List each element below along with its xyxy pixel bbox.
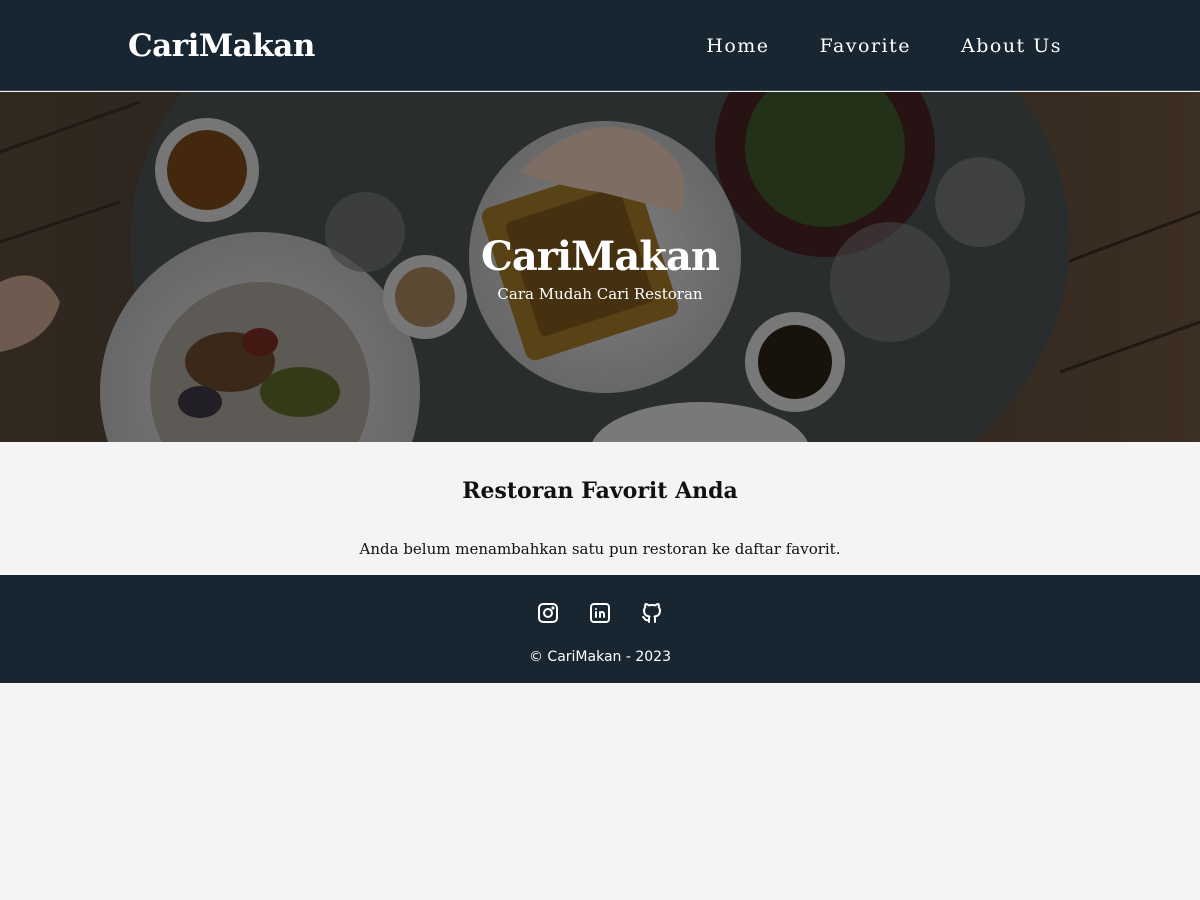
github-icon <box>642 603 661 623</box>
instagram-icon <box>538 603 558 623</box>
nav-link-home[interactable]: Home <box>706 31 769 61</box>
nav-link-about-us[interactable]: About Us <box>961 31 1062 61</box>
hero-banner: CariMakan Cara Mudah Cari Restoran <box>0 92 1200 442</box>
footer: © CariMakan - 2023 <box>0 575 1200 683</box>
nav-item-home: Home <box>706 31 769 61</box>
brand-logo[interactable]: CariMakan <box>128 26 315 66</box>
github-link[interactable] <box>640 601 664 625</box>
social-links <box>536 601 664 625</box>
favorite-section: Restoran Favorit Anda Anda belum menamba… <box>0 442 1200 575</box>
nav-link-favorite[interactable]: Favorite <box>820 31 911 61</box>
nav-menu: Home Favorite About Us <box>706 31 1062 61</box>
linkedin-icon <box>590 603 610 623</box>
instagram-link[interactable] <box>536 601 560 625</box>
navbar: CariMakan Home Favorite About Us <box>0 0 1200 91</box>
copyright-text: © CariMakan - 2023 <box>528 649 671 665</box>
hero-title: CariMakan <box>481 233 720 280</box>
hero-subtitle: Cara Mudah Cari Restoran <box>497 285 703 303</box>
page-background <box>0 683 1200 900</box>
section-heading: Restoran Favorit Anda <box>462 478 738 504</box>
linkedin-link[interactable] <box>588 601 612 625</box>
empty-favorites-message: Anda belum menambahkan satu pun restoran… <box>359 540 841 558</box>
nav-item-about-us: About Us <box>961 31 1062 61</box>
nav-item-favorite: Favorite <box>820 31 911 61</box>
